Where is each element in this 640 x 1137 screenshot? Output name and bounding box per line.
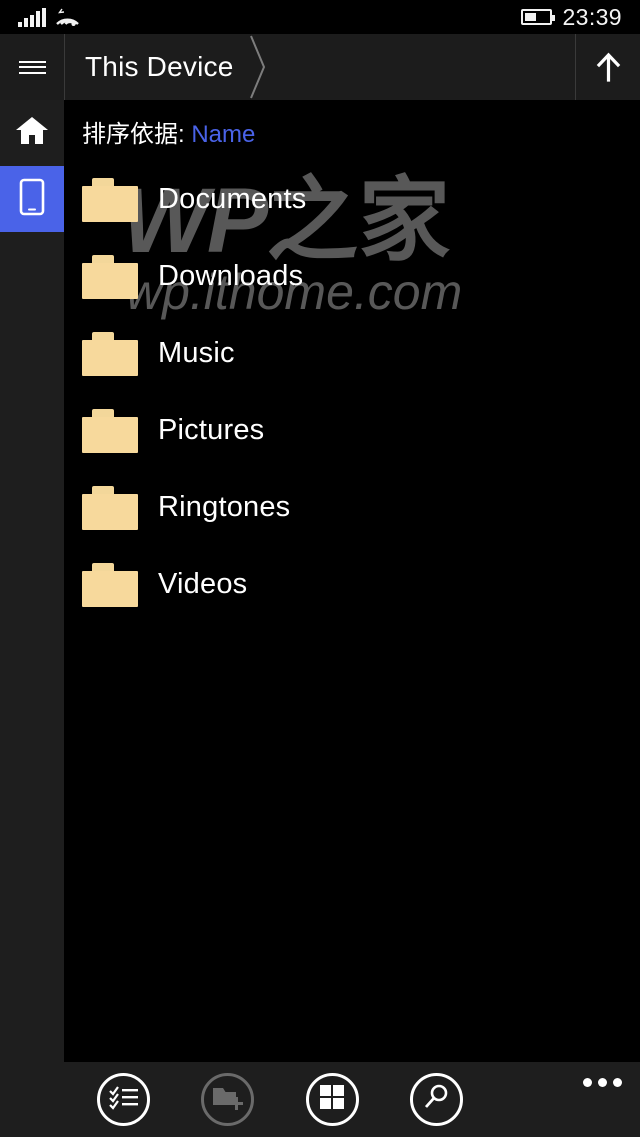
sort-by-row[interactable]: 排序依据: Name	[64, 100, 640, 155]
search-icon	[422, 1083, 450, 1116]
sort-by-value[interactable]: Name	[191, 121, 255, 148]
folder-list: Documents Downloads Music Pictures Ringt…	[64, 161, 640, 623]
status-clock: 23:39	[562, 3, 622, 30]
cellular-signal-icon	[18, 7, 46, 27]
folder-icon	[82, 254, 138, 299]
phone-icon	[19, 178, 45, 221]
navigation-rail	[0, 100, 64, 1137]
wifi-icon	[55, 7, 81, 27]
select-button[interactable]	[97, 1073, 151, 1126]
home-icon	[15, 115, 49, 151]
sidebar-item-home[interactable]	[0, 100, 64, 166]
list-item-label: Videos	[158, 568, 248, 600]
checklist-icon	[108, 1083, 139, 1116]
arrow-up-icon[interactable]	[575, 34, 640, 100]
sidebar-item-this-device[interactable]	[0, 166, 64, 232]
chevron-right-icon	[247, 34, 269, 100]
folder-icon	[82, 177, 138, 222]
sort-by-label: 排序依据:	[82, 121, 185, 148]
list-item-label: Downloads	[158, 260, 304, 292]
list-item-label: Ringtones	[158, 491, 291, 523]
list-item[interactable]: Videos	[64, 546, 640, 623]
view-button[interactable]	[305, 1073, 359, 1126]
app-bar	[0, 1062, 640, 1137]
search-button[interactable]	[409, 1073, 463, 1126]
status-bar-left	[18, 7, 81, 27]
new-folder-icon	[212, 1084, 244, 1115]
list-item-label: Music	[158, 337, 235, 369]
status-bar-right: 23:39	[521, 3, 622, 30]
grid-view-icon	[319, 1084, 345, 1115]
folder-icon	[82, 485, 138, 530]
folder-icon	[82, 408, 138, 453]
app-header: This Device	[0, 34, 640, 100]
hamburger-menu-icon[interactable]	[0, 34, 65, 100]
breadcrumb-current[interactable]: This Device	[85, 51, 233, 83]
list-item[interactable]: Music	[64, 315, 640, 392]
status-bar: 23:39	[0, 0, 640, 34]
breadcrumb: This Device	[65, 34, 575, 100]
list-item-label: Pictures	[158, 414, 265, 446]
ellipsis-icon[interactable]	[583, 1078, 622, 1087]
battery-icon	[521, 9, 556, 25]
list-item-label: Documents	[158, 183, 307, 215]
list-item[interactable]: Downloads	[64, 238, 640, 315]
file-list-panel: WP之家 wp.ithome.com 排序依据: Name Documents …	[64, 100, 640, 1062]
app-bar-buttons	[0, 1062, 560, 1137]
new-folder-button[interactable]	[201, 1073, 255, 1126]
list-item[interactable]: Pictures	[64, 392, 640, 469]
folder-icon	[82, 331, 138, 376]
list-item[interactable]: Documents	[64, 161, 640, 238]
list-item[interactable]: Ringtones	[64, 469, 640, 546]
folder-icon	[82, 562, 138, 607]
